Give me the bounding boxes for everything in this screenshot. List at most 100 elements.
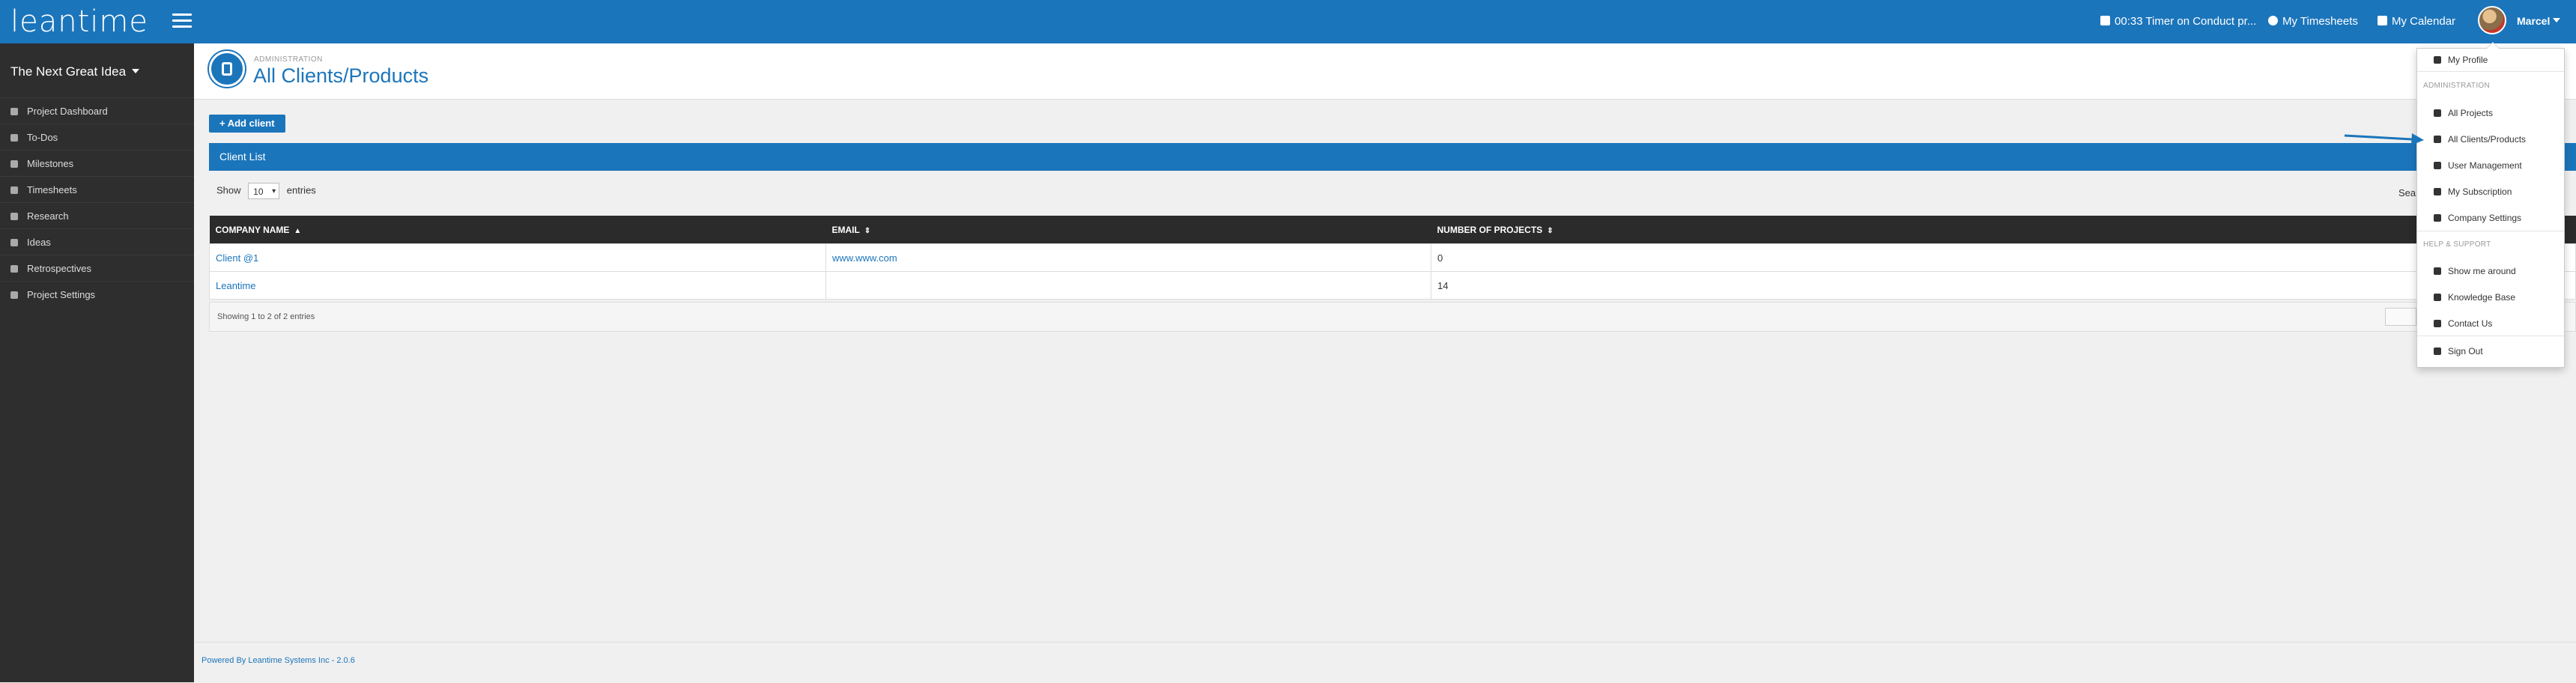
sidebar-item-label: Research bbox=[27, 210, 69, 222]
sidebar: The Next Great Idea Project Dashboard To… bbox=[0, 43, 194, 682]
menu-item-all-projects[interactable]: All Projects bbox=[2417, 108, 2564, 118]
email-link[interactable]: www.www.com bbox=[832, 252, 897, 264]
sidebar-item-project-dashboard[interactable]: Project Dashboard bbox=[0, 97, 194, 124]
sidebar-item-ideas[interactable]: Ideas bbox=[0, 228, 194, 255]
menu-item-label: Contact Us bbox=[2448, 318, 2493, 329]
credit-card-icon bbox=[2434, 188, 2441, 195]
menu-item-contact-us[interactable]: Contact Us bbox=[2417, 318, 2564, 329]
briefcase-icon bbox=[2434, 109, 2441, 117]
chevron-down-icon bbox=[132, 69, 140, 73]
sidebar-menu: Project Dashboard To-Dos Milestones Time… bbox=[0, 97, 194, 307]
annotation-arrow-icon bbox=[2344, 133, 2424, 145]
cell-email bbox=[825, 271, 1431, 300]
menu-item-label: My Profile bbox=[2448, 55, 2488, 65]
chevron-down-icon bbox=[2553, 18, 2561, 22]
column-header-company-name[interactable]: COMPANY NAME ▲ bbox=[209, 216, 826, 244]
sidebar-item-project-settings[interactable]: Project Settings bbox=[0, 281, 194, 307]
client-list-header: Client List bbox=[209, 143, 2576, 171]
table-row: Leantime 14 bbox=[209, 271, 2576, 300]
sort-asc-icon: ▲ bbox=[294, 226, 302, 235]
add-client-button[interactable]: + Add client bbox=[209, 115, 285, 133]
address-book-icon bbox=[209, 51, 245, 87]
page-subtitle: ADMINISTRATION bbox=[254, 55, 323, 64]
footer-link[interactable]: Powered By Leantime Systems Inc - 2.0.6 bbox=[201, 656, 355, 665]
menu-item-sign-out[interactable]: Sign Out bbox=[2417, 346, 2564, 356]
sidebar-item-research[interactable]: Research bbox=[0, 202, 194, 228]
stop-timer-icon[interactable] bbox=[2100, 16, 2110, 25]
address-book-icon bbox=[2434, 136, 2441, 143]
column-label: EMAIL bbox=[831, 224, 860, 235]
clients-table: COMPANY NAME ▲ EMAIL ⇕ NUMBER OF PROJECTS ⇕… bbox=[209, 216, 2576, 300]
menu-toggle-icon[interactable] bbox=[172, 13, 192, 28]
table-info-text: Showing 1 to 2 of 2 entries bbox=[217, 312, 315, 321]
phone-icon bbox=[2434, 320, 2441, 327]
cell-company: Client @1 bbox=[209, 243, 826, 272]
project-name: The Next Great Idea bbox=[10, 64, 127, 79]
column-label: COMPANY NAME bbox=[215, 224, 290, 235]
my-calendar-link[interactable]: My Calendar bbox=[2378, 15, 2455, 28]
column-label: NUMBER OF PROJECTS bbox=[1437, 224, 1543, 235]
home-icon bbox=[10, 108, 18, 115]
project-selector[interactable]: The Next Great Idea bbox=[10, 64, 140, 79]
entries-select[interactable]: 10 bbox=[248, 183, 280, 200]
gears-icon bbox=[2434, 214, 2441, 222]
menu-item-my-subscription[interactable]: My Subscription bbox=[2417, 186, 2564, 197]
sort-icon: ⇕ bbox=[1547, 226, 1554, 235]
cell-projects: 0 bbox=[1431, 243, 2576, 272]
pagination-button[interactable] bbox=[2385, 308, 2416, 326]
user-menu-toggle[interactable]: Marcel bbox=[2517, 15, 2561, 27]
table-info: Showing 1 to 2 of 2 entries bbox=[209, 302, 2576, 332]
sidebar-item-label: Project Settings bbox=[27, 289, 96, 300]
sidebar-item-timesheets[interactable]: Timesheets bbox=[0, 176, 194, 202]
menu-item-label: User Management bbox=[2448, 160, 2522, 171]
menu-item-user-management[interactable]: User Management bbox=[2417, 160, 2564, 171]
show-label: Show bbox=[216, 184, 241, 196]
divider bbox=[2417, 71, 2564, 72]
client-link[interactable]: Client @1 bbox=[216, 252, 258, 264]
sidebar-item-retrospectives[interactable]: Retrospectives bbox=[0, 255, 194, 281]
clock-icon bbox=[2268, 16, 2278, 25]
user-avatar[interactable] bbox=[2478, 6, 2506, 34]
user-icon bbox=[10, 213, 18, 220]
sidebar-item-todos[interactable]: To-Dos bbox=[0, 124, 194, 150]
column-header-number-of-projects[interactable]: NUMBER OF PROJECTS ⇕ bbox=[1431, 216, 2576, 244]
menu-item-label: All Clients/Products bbox=[2448, 134, 2527, 145]
menu-item-my-profile[interactable]: My Profile bbox=[2417, 55, 2564, 65]
menu-item-all-clients[interactable]: All Clients/Products bbox=[2417, 134, 2564, 145]
menu-item-label: Sign Out bbox=[2448, 346, 2483, 356]
calendar-label: My Calendar bbox=[2392, 15, 2456, 28]
timer-link[interactable]: 00:33 Timer on Conduct pr... bbox=[2100, 15, 2256, 28]
menu-item-label: Show me around bbox=[2448, 266, 2516, 276]
my-timesheets-link[interactable]: My Timesheets bbox=[2268, 15, 2358, 28]
sort-icon: ⇕ bbox=[864, 226, 871, 235]
column-header-email[interactable]: EMAIL ⇕ bbox=[825, 216, 1431, 244]
cell-email: www.www.com bbox=[825, 243, 1431, 272]
gear-icon bbox=[10, 291, 18, 299]
sidebar-item-label: Milestones bbox=[27, 158, 74, 169]
sidebar-item-label: Ideas bbox=[27, 237, 51, 248]
question-icon bbox=[2434, 294, 2441, 301]
menu-item-knowledge-base[interactable]: Knowledge Base bbox=[2417, 292, 2564, 303]
entries-length-control: Show 10 entries bbox=[216, 183, 316, 200]
cell-projects: 14 bbox=[1431, 271, 2576, 300]
thumbtack-icon bbox=[10, 134, 18, 142]
user-name: Marcel bbox=[2517, 15, 2551, 27]
users-icon bbox=[2434, 162, 2441, 169]
sidebar-item-label: Retrospectives bbox=[27, 263, 91, 274]
sidebar-item-label: Project Dashboard bbox=[27, 106, 108, 117]
map-signs-icon bbox=[2434, 267, 2441, 275]
menu-item-company-settings[interactable]: Company Settings bbox=[2417, 213, 2564, 223]
page-header: ADMINISTRATION All Clients/Products bbox=[194, 43, 2576, 100]
menu-item-show-me-around[interactable]: Show me around bbox=[2417, 266, 2564, 276]
retro-icon bbox=[10, 265, 18, 273]
user-icon bbox=[2434, 56, 2441, 64]
lightbulb-icon bbox=[10, 239, 18, 246]
sidebar-item-milestones[interactable]: Milestones bbox=[0, 150, 194, 176]
menu-item-label: Knowledge Base bbox=[2448, 292, 2516, 303]
menu-item-label: All Projects bbox=[2448, 108, 2494, 118]
entries-label: entries bbox=[286, 184, 316, 196]
client-link[interactable]: Leantime bbox=[216, 280, 255, 291]
app-logo[interactable]: leantime bbox=[10, 4, 148, 39]
menu-item-label: Company Settings bbox=[2448, 213, 2522, 223]
cell-company: Leantime bbox=[209, 271, 826, 300]
